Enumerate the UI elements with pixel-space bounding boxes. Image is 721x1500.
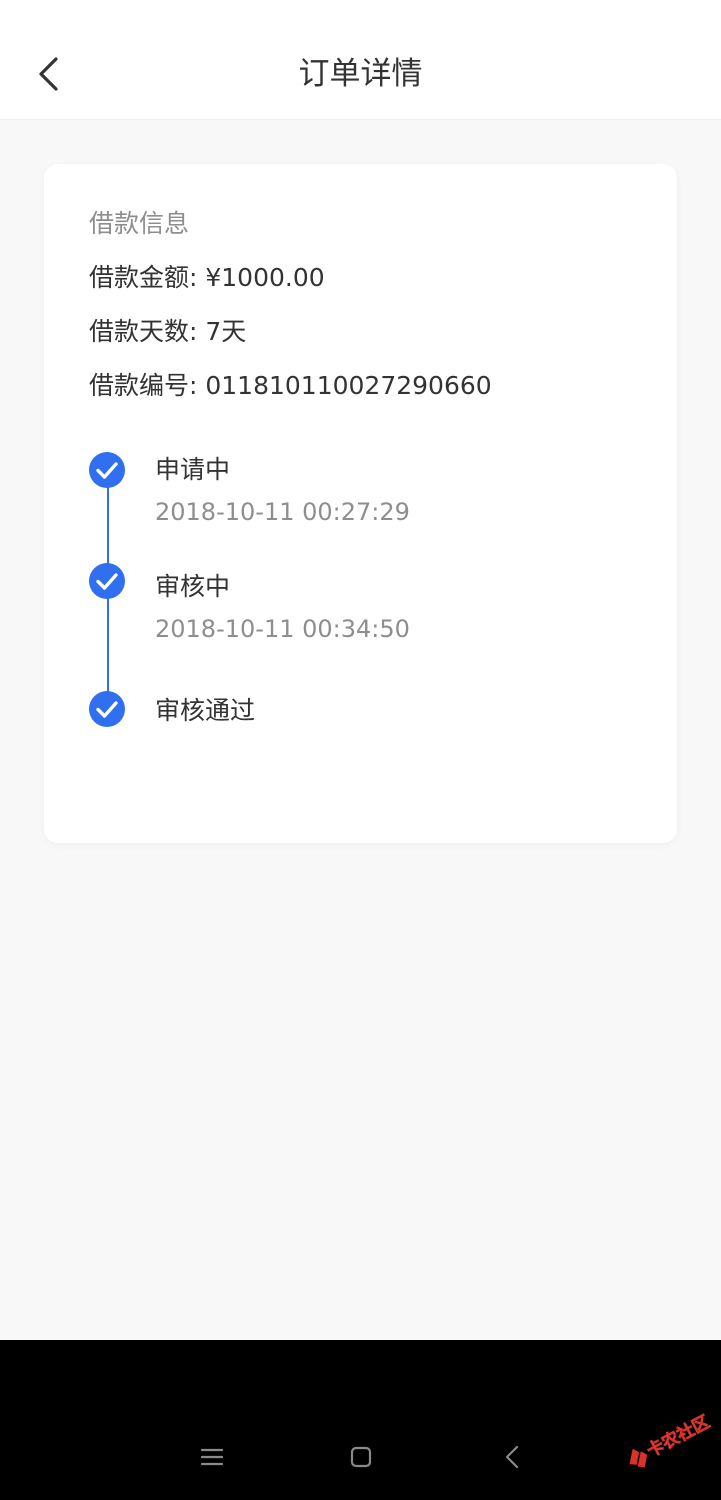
order-detail-screen: 订单详情 借款信息 借款金额: ¥1000.00 借款天数: 7天 借款编号: …	[0, 0, 721, 1500]
watermark-logo: 卡农社区	[629, 1411, 713, 1468]
top-bar: 订单详情	[0, 0, 721, 120]
menu-icon	[200, 1448, 224, 1466]
svg-text:卡农社区: 卡农社区	[643, 1411, 713, 1461]
timeline-time: 2018-10-11 00:27:29	[155, 498, 410, 526]
nav-menu-button[interactable]	[190, 1435, 234, 1479]
check-circle-icon	[89, 691, 125, 727]
loan-days: 借款天数: 7天	[89, 317, 247, 346]
page-title: 订单详情	[298, 56, 423, 92]
loan-info-card: 借款信息 借款金额: ¥1000.00 借款天数: 7天 借款编号: 01181…	[44, 164, 677, 843]
nav-back-button[interactable]	[490, 1435, 534, 1479]
loan-amount: 借款金额: ¥1000.00	[89, 263, 325, 292]
loan-number: 借款编号: 011810110027290660	[89, 371, 492, 400]
system-navigation-bar	[0, 1340, 721, 1500]
check-circle-icon	[89, 563, 125, 599]
section-title: 借款信息	[89, 209, 190, 238]
check-circle-icon	[89, 452, 125, 488]
timeline-status: 审核中	[155, 572, 231, 601]
timeline-status: 申请中	[155, 455, 231, 484]
timeline-time: 2018-10-11 00:34:50	[155, 615, 410, 643]
nav-home-button[interactable]	[339, 1435, 383, 1479]
chevron-left-icon	[505, 1445, 519, 1469]
timeline-status: 审核通过	[155, 696, 256, 725]
square-icon	[350, 1446, 372, 1468]
